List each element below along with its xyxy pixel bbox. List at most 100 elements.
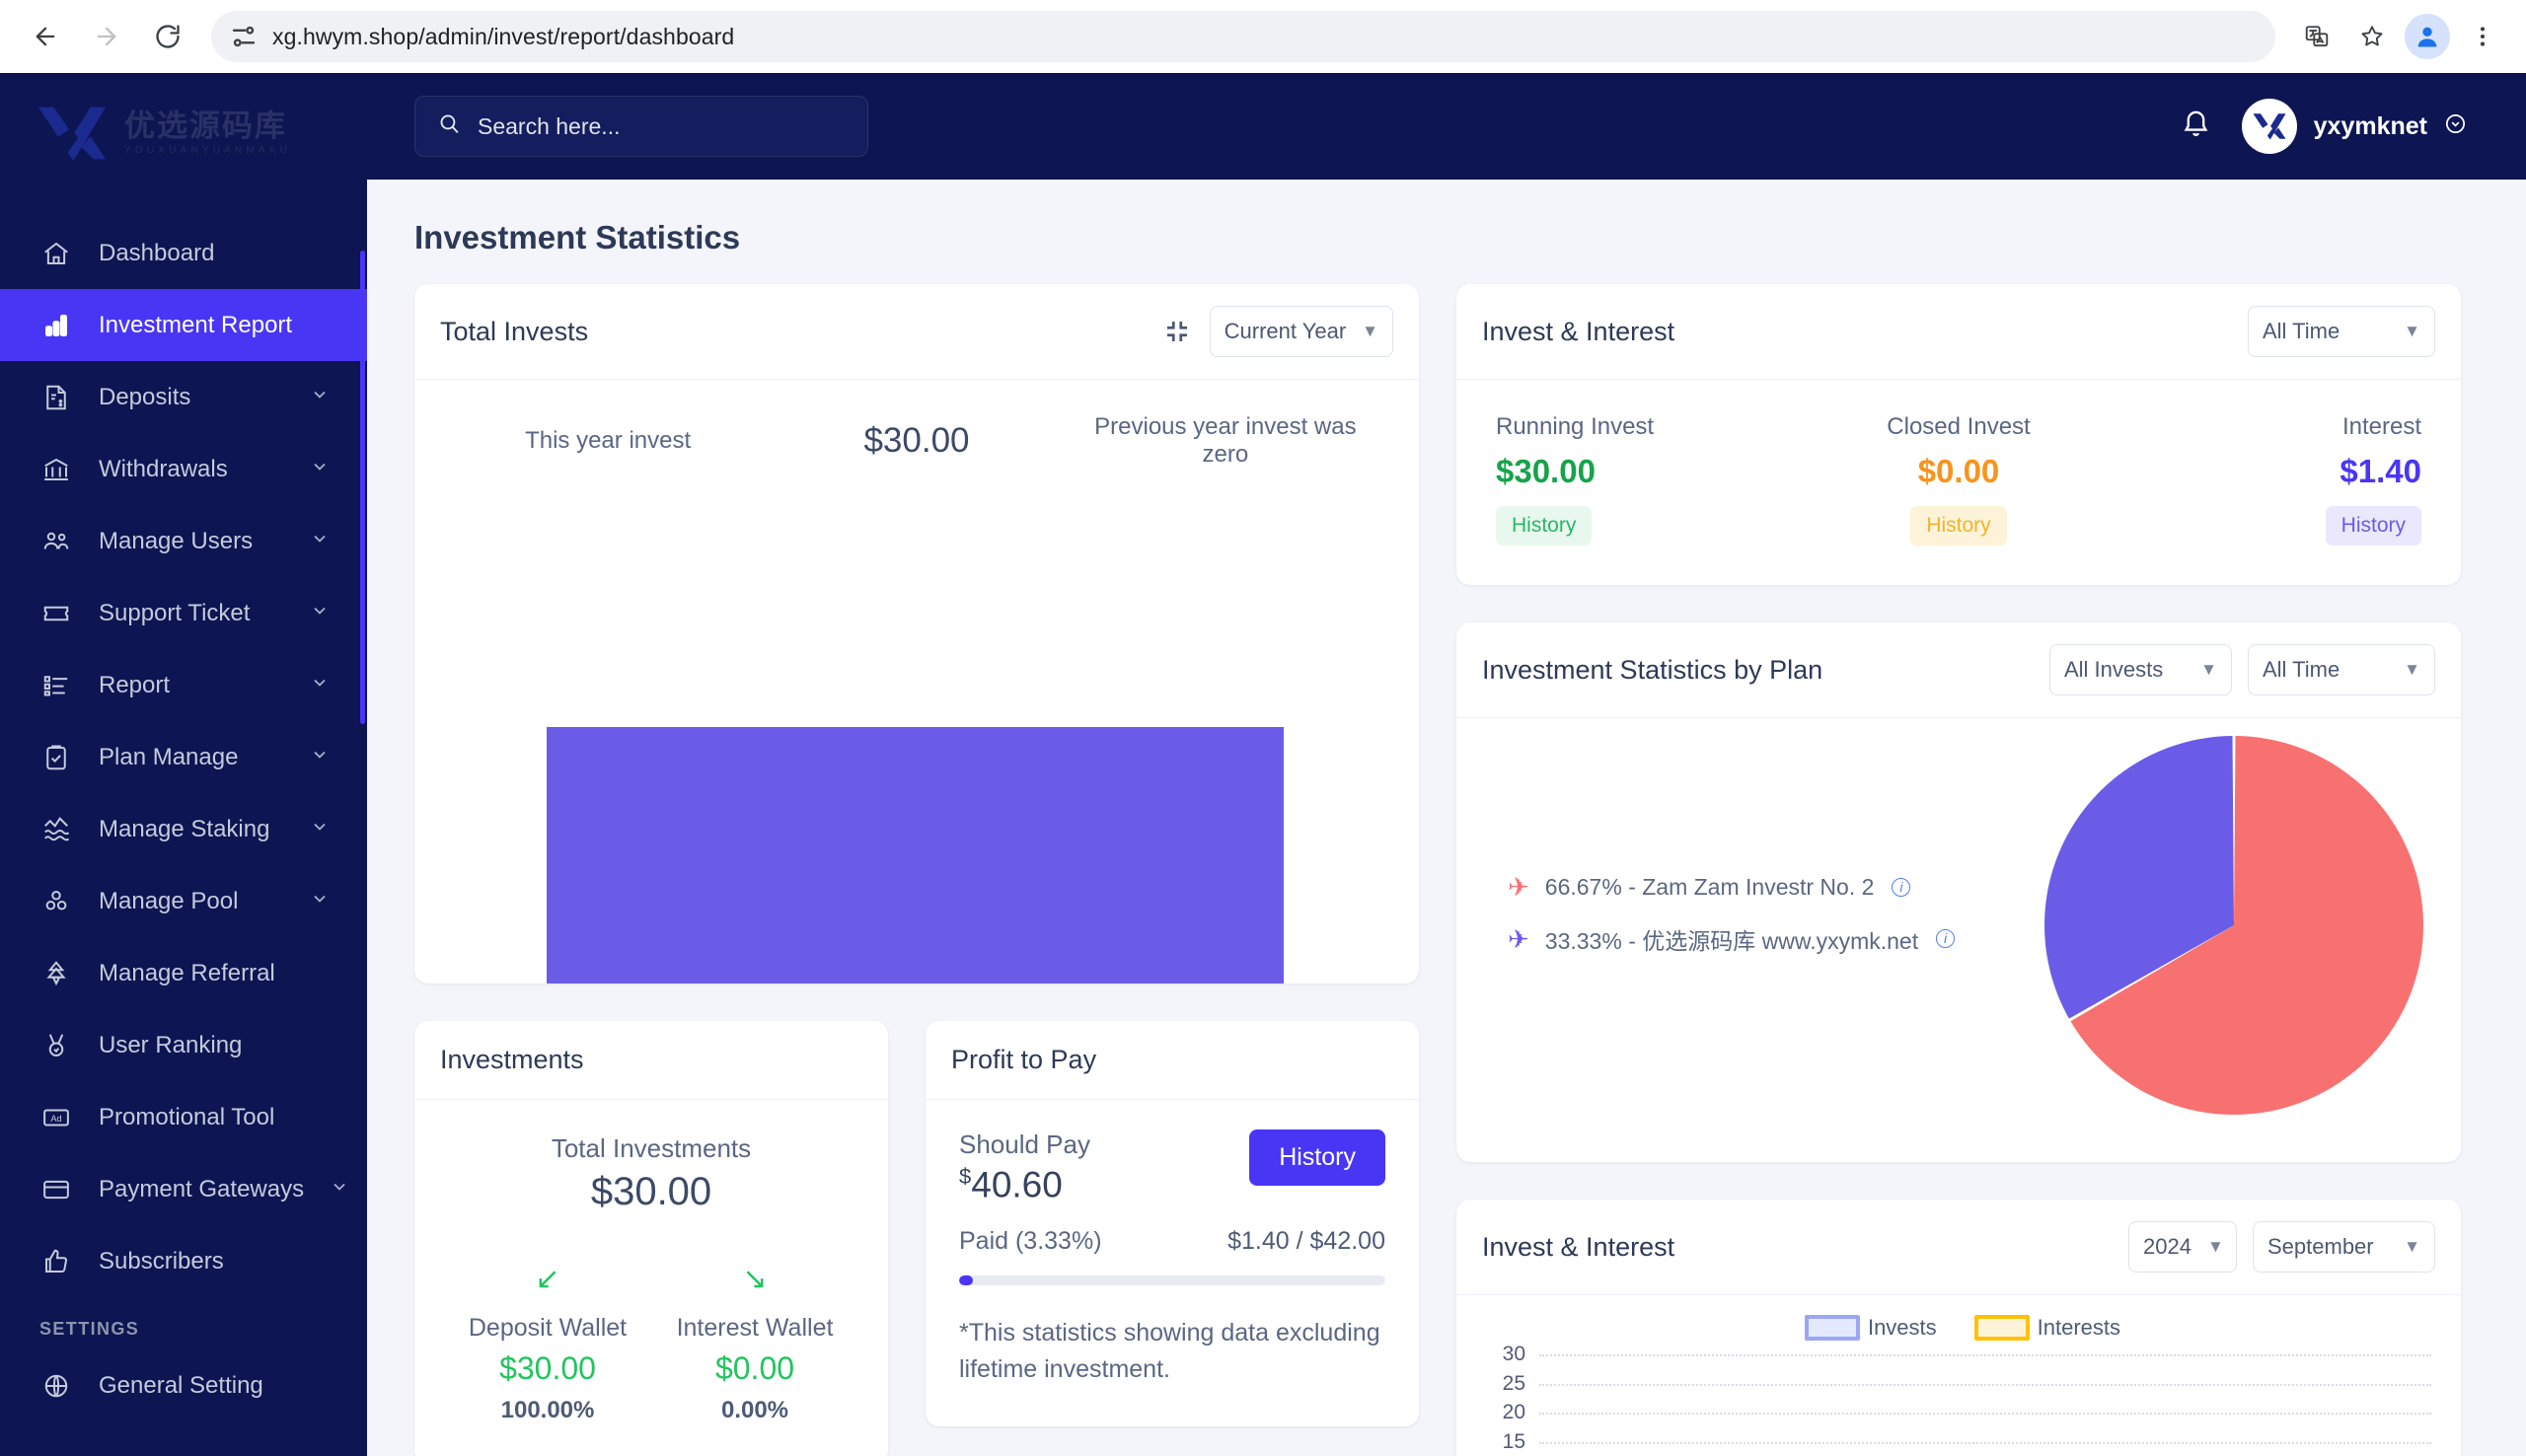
bar-chart-icon — [39, 309, 73, 342]
history-badge[interactable]: History — [1496, 506, 1592, 546]
card-header: Investment Statistics by Plan All Invest… — [1456, 622, 2461, 718]
sidebar-item-general-setting[interactable]: General Setting — [0, 1349, 367, 1421]
arrow-down-right-icon: ↘ — [651, 1262, 858, 1296]
bell-icon[interactable] — [2180, 108, 2212, 145]
history-button[interactable]: History — [1249, 1129, 1385, 1186]
card-title: Investment Statistics by Plan — [1482, 655, 1822, 686]
bookmark-star-icon[interactable] — [2346, 11, 2398, 62]
clipboard-check-icon — [39, 741, 73, 774]
sidebar-item-manage-pool[interactable]: Manage Pool — [0, 865, 367, 937]
sidebar-scrollbar[interactable] — [360, 251, 365, 724]
card-actions: All Invests ▼ All Time ▼ — [2049, 644, 2435, 695]
browser-reload-button[interactable] — [140, 9, 195, 64]
this-year-value: $30.00 — [760, 421, 1074, 461]
card-title: Profit to Pay — [951, 1045, 1096, 1075]
wallet-percent: 0.00% — [651, 1397, 858, 1424]
amount-value: 40.60 — [971, 1164, 1063, 1204]
chevron-down-icon[interactable] — [310, 888, 330, 915]
sidebar-item-manage-referral[interactable]: Manage Referral — [0, 937, 367, 1009]
browser-forward-button[interactable] — [79, 9, 134, 64]
profit-to-pay-body: Should Pay $40.60 History Paid (3.33%) $… — [926, 1100, 1419, 1426]
card-title: Invest & Interest — [1482, 317, 1674, 347]
time-period-select[interactable]: All Time ▼ — [2248, 306, 2435, 357]
sidebar-item-investment-report[interactable]: Investment Report — [0, 289, 367, 361]
sidebar-item-withdrawals[interactable]: Withdrawals — [0, 433, 367, 505]
chevron-down-icon[interactable] — [310, 672, 330, 699]
month-select[interactable]: September ▼ — [2253, 1221, 2435, 1273]
history-badge[interactable]: History — [2326, 506, 2421, 546]
pie-chart — [2037, 728, 2431, 1123]
y-axis-tick: 15 — [1503, 1430, 1539, 1454]
search-input[interactable]: Search here... — [414, 96, 868, 157]
sidebar-item-dashboard[interactable]: Dashboard — [0, 217, 367, 289]
app-root: 优选源码库 YOUXUANYUANMAKU Dashboard Investme… — [0, 73, 2526, 1456]
sidebar-item-report[interactable]: Report — [0, 649, 367, 721]
total-invests-card: Total Invests Current Year ▼ — [414, 284, 1419, 983]
topbar-right: yxymknet — [2180, 99, 2467, 154]
card-actions: 2024 ▼ September ▼ — [2128, 1221, 2435, 1273]
stat-label: Running Invest — [1496, 413, 1805, 441]
card-title: Total Invests — [440, 317, 588, 347]
paid-label: Paid (3.33%) — [959, 1227, 1102, 1256]
year-period-select[interactable]: Current Year ▼ — [1210, 306, 1393, 357]
arrow-down-left-icon: ↙ — [444, 1262, 651, 1296]
bar-series-current-year — [547, 727, 1284, 983]
search-placeholder: Search here... — [478, 113, 620, 140]
chevron-down-icon[interactable] — [310, 384, 330, 411]
sidebar-item-manage-users[interactable]: Manage Users — [0, 505, 367, 577]
sidebar: 优选源码库 YOUXUANYUANMAKU Dashboard Investme… — [0, 73, 367, 1456]
bank-icon — [39, 453, 73, 486]
legend-item-interests[interactable]: Interests — [1974, 1315, 2120, 1341]
chevron-down-icon[interactable] — [330, 1176, 349, 1203]
year-select[interactable]: 2024 ▼ — [2128, 1221, 2237, 1273]
sidebar-menu: Dashboard Investment Report Deposits Wit… — [0, 193, 367, 1421]
chevron-down-icon[interactable] — [310, 600, 330, 627]
sidebar-item-deposits[interactable]: Deposits — [0, 361, 367, 433]
chrome-profile-button[interactable] — [2402, 11, 2453, 62]
wallets-row: ↙ Deposit Wallet $30.00 100.00% ↘ Intere… — [444, 1262, 858, 1424]
select-value: All Time — [2263, 657, 2340, 683]
chevron-down-icon[interactable] — [310, 816, 330, 843]
time-filter-select[interactable]: All Time ▼ — [2248, 644, 2435, 695]
info-icon[interactable]: i — [1936, 929, 1955, 948]
history-badge[interactable]: History — [1910, 506, 2006, 546]
sidebar-item-manage-staking[interactable]: Manage Staking — [0, 793, 367, 865]
medal-icon — [39, 1029, 73, 1062]
sidebar-label: Support Ticket — [99, 600, 284, 627]
invest-filter-select[interactable]: All Invests ▼ — [2049, 644, 2232, 695]
info-icon[interactable]: i — [1892, 878, 1910, 897]
sidebar-label: Manage Referral — [99, 960, 367, 987]
chevron-down-icon[interactable] — [310, 528, 330, 555]
gridline — [1539, 1442, 2431, 1444]
invest-interest-stats-card: Invest & Interest All Time ▼ Running Inv… — [1456, 284, 2461, 585]
translate-icon[interactable] — [2291, 11, 2342, 62]
chevron-down-icon: ▼ — [2200, 660, 2217, 680]
chevron-down-icon[interactable] — [310, 744, 330, 771]
collapse-icon[interactable] — [1160, 315, 1194, 348]
legend-swatch — [1805, 1315, 1860, 1341]
legend-item-invests[interactable]: Invests — [1805, 1315, 1937, 1341]
this-year-label: This year invest — [456, 427, 760, 455]
legend-item[interactable]: ✈ 33.33% - 优选源码库 www.yxymk.net i — [1508, 922, 2037, 956]
sidebar-item-subscribers[interactable]: Subscribers — [0, 1225, 367, 1297]
card-header: Invest & Interest All Time ▼ — [1456, 284, 2461, 380]
ad-icon: Ad — [39, 1101, 73, 1134]
sidebar-item-user-ranking[interactable]: User Ranking — [0, 1009, 367, 1081]
page-content: Investment Statistics Total Invests — [367, 180, 2526, 1456]
bottom-left-row: Investments Total Investments $30.00 ↙ D… — [414, 1021, 1419, 1456]
sidebar-item-support-ticket[interactable]: Support Ticket — [0, 577, 367, 649]
address-bar[interactable]: xg.hwym.shop/admin/invest/report/dashboa… — [211, 11, 2275, 62]
sidebar-item-payment-gateways[interactable]: Payment Gateways — [0, 1153, 367, 1225]
user-menu[interactable]: yxymknet — [2242, 99, 2467, 154]
legend-item[interactable]: ✈ 66.67% - Zam Zam Investr No. 2 i — [1508, 874, 2037, 901]
sidebar-item-plan-manage[interactable]: Plan Manage — [0, 721, 367, 793]
app-topbar: Search here... yxymknet — [367, 73, 2526, 180]
sidebar-logo[interactable]: 优选源码库 YOUXUANYUANMAKU — [0, 73, 367, 193]
chevron-down-icon[interactable] — [310, 456, 330, 483]
browser-back-button[interactable] — [18, 9, 73, 64]
site-settings-icon[interactable] — [229, 22, 259, 51]
sidebar-label: Manage Pool — [99, 888, 284, 915]
three-dot-menu-icon[interactable] — [2457, 11, 2508, 62]
sidebar-item-promotional-tool[interactable]: Ad Promotional Tool — [0, 1081, 367, 1153]
chevron-down-icon[interactable] — [2444, 112, 2467, 140]
